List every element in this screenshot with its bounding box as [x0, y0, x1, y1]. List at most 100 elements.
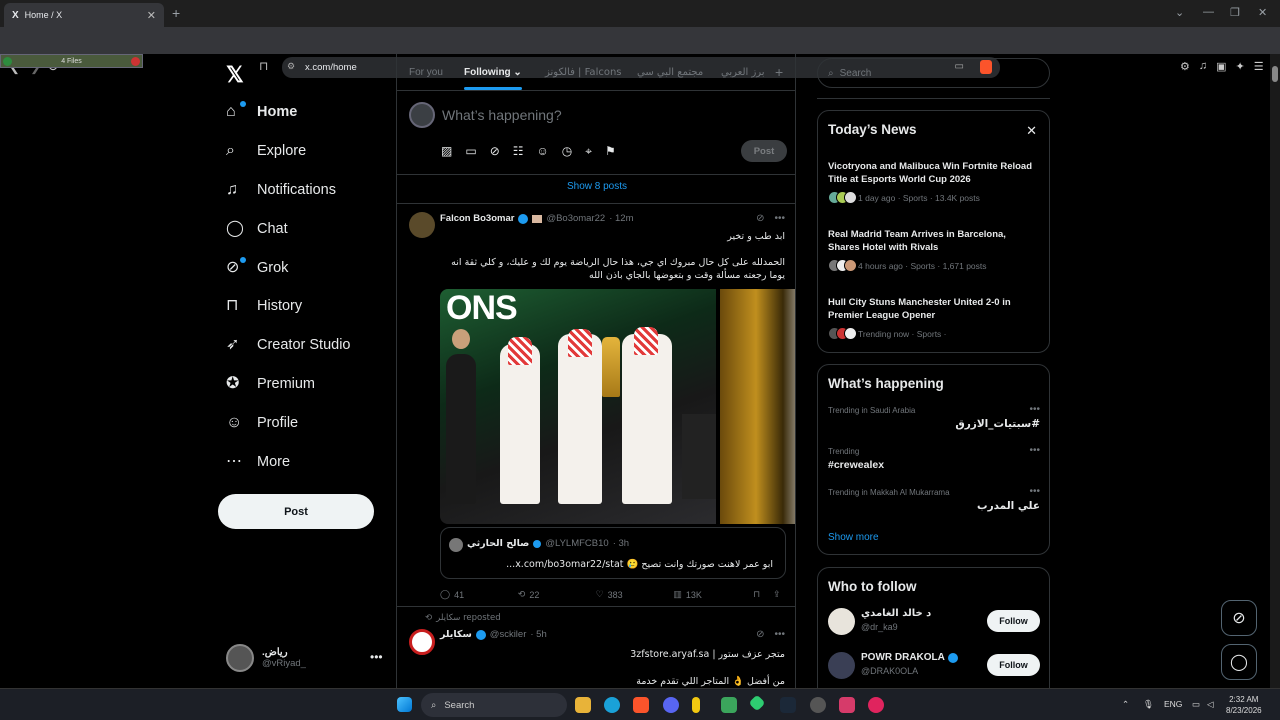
tweet-author[interactable]: Falcon Bo3omar @Bo3omar22 · 12m — [440, 213, 634, 224]
maximize-icon[interactable]: ❐ — [1230, 6, 1240, 19]
trend-item[interactable]: Trending in Makkah Al Mukarrama ••• علي … — [828, 486, 1040, 512]
app-icon[interactable] — [810, 697, 826, 713]
leo-icon[interactable]: ✦ — [1236, 60, 1245, 73]
close-icon[interactable]: ✕ — [1026, 123, 1037, 139]
tweet-media[interactable]: ONS — [440, 289, 795, 524]
tab-for-you[interactable]: For you — [409, 67, 443, 78]
language-indicator[interactable]: ENG — [1164, 699, 1182, 709]
composer-post-button[interactable]: Post — [741, 140, 787, 162]
news-item[interactable]: Hull City Stuns Manchester United 2-0 in… — [828, 296, 1040, 340]
tweet-photo-1[interactable]: ONS — [440, 289, 716, 524]
files-close-icon[interactable] — [131, 57, 140, 66]
share-icon[interactable]: ⇪ — [773, 589, 785, 600]
bookmark-page-icon[interactable]: ⊓ — [259, 59, 268, 73]
add-tab-icon[interactable]: + — [775, 64, 783, 80]
tweet-author[interactable]: سكايلر @sckiler · 5h — [440, 629, 547, 640]
volume-icon[interactable]: ◁ — [1207, 699, 1214, 710]
app-icon[interactable] — [839, 697, 855, 713]
views-button[interactable]: ▥ 13K — [673, 589, 753, 600]
news-item[interactable]: Vicotryona and Malibuca Win Fortnite Rel… — [828, 160, 1040, 204]
app-icon[interactable] — [748, 694, 766, 712]
nav-item-more[interactable]: ⋯ More — [226, 450, 290, 474]
grok-icon[interactable]: ⊘ — [490, 144, 500, 159]
show-new-posts[interactable]: Show 8 posts — [397, 175, 795, 204]
steam-icon[interactable] — [780, 697, 796, 713]
quoted-tweet[interactable]: صالح الحارثي @LYLMFCB10 · 3h ابو عمر لاه… — [440, 527, 786, 579]
app-icon[interactable] — [721, 697, 737, 713]
new-tab-icon[interactable]: + — [172, 5, 180, 21]
discord-icon[interactable] — [663, 697, 679, 713]
gif-icon[interactable]: ▭ — [465, 144, 476, 159]
nav-item-grok[interactable]: ⊘ Grok — [226, 256, 288, 280]
reply-button[interactable]: ◯ 41 — [440, 589, 518, 600]
nav-item-explore[interactable]: ⌕ Explore — [226, 139, 306, 163]
menu-icon[interactable]: ☰ — [1254, 60, 1264, 73]
nav-item-notifications[interactable]: ♫ Notifications — [226, 178, 336, 202]
browser-tab[interactable]: X Home / X ✕ — [4, 3, 164, 27]
files-download-bar[interactable]: 4 Files — [0, 54, 143, 68]
like-button[interactable]: ♡ 383 — [596, 589, 674, 600]
tab-pc-community[interactable]: مجتمع البي سي — [637, 67, 703, 78]
follow-suggestion[interactable]: POWR DRAKOLA @DRAK0OLA Follow — [828, 650, 1040, 680]
image-icon[interactable]: ▨ — [441, 144, 452, 159]
file-explorer-icon[interactable] — [575, 697, 591, 713]
repost-button[interactable]: ⟲ 22 — [518, 589, 596, 600]
flag-icon[interactable]: ⚑ — [605, 144, 616, 159]
account-more-icon[interactable]: ••• — [370, 650, 383, 664]
nav-item-creator-studio[interactable]: ➶ Creator Studio — [226, 333, 351, 357]
tab-falcons[interactable]: فالكونز | Falcons — [545, 67, 622, 78]
scrollbar-thumb[interactable] — [1272, 66, 1278, 82]
app-icon[interactable] — [868, 697, 884, 713]
site-info-icon[interactable]: ⚙ — [287, 61, 295, 72]
location-icon[interactable]: ⌖ — [585, 144, 592, 159]
emoji-icon[interactable]: ☺ — [537, 144, 549, 159]
schedule-icon[interactable]: ◷ — [562, 144, 572, 159]
poll-icon[interactable]: ☷ — [513, 144, 524, 159]
follow-button[interactable]: Follow — [987, 610, 1040, 632]
network-icon[interactable]: ▭ — [1192, 699, 1200, 710]
messages-fab-icon[interactable]: ◯ — [1221, 644, 1257, 680]
avatar[interactable] — [828, 608, 855, 635]
tray-overflow-icon[interactable]: ⌃ — [1122, 699, 1129, 710]
news-item[interactable]: Real Madrid Team Arrives in Barcelona, S… — [828, 228, 1040, 272]
search-input[interactable]: ⌕ Search — [817, 58, 1050, 88]
account-switcher[interactable]: .رياض @vRiyad_ — [226, 644, 306, 672]
composer-input[interactable]: What’s happening? — [442, 107, 562, 123]
follow-button[interactable]: Follow — [987, 654, 1040, 676]
close-tab-icon[interactable]: ✕ — [147, 9, 156, 22]
show-more-link[interactable]: Show more — [828, 532, 879, 543]
x-logo-icon[interactable]: 𝕏 — [226, 62, 244, 88]
close-window-icon[interactable]: ✕ — [1258, 6, 1267, 19]
app-icon[interactable] — [692, 697, 700, 713]
nav-item-profile[interactable]: ☺ Profile — [226, 411, 298, 435]
grok-icon[interactable]: ⊘ — [756, 629, 764, 640]
nav-item-home[interactable]: ⌂ Home — [226, 100, 297, 124]
scrollbar[interactable] — [1270, 54, 1280, 688]
bookmark-icon[interactable]: ⊓ — [753, 589, 773, 600]
tab-following[interactable]: Following ⌄ — [464, 67, 522, 78]
follow-suggestion[interactable]: د خالد الغامدي @dr_ka9 Follow — [828, 606, 1040, 636]
tweet-more-icon[interactable]: ••• — [774, 213, 785, 224]
grok-fab-icon[interactable]: ⊘ — [1221, 600, 1257, 636]
tweet-time[interactable]: · 5h — [530, 629, 546, 640]
tweet-more-icon[interactable]: ••• — [774, 629, 785, 640]
tweet-time[interactable]: · 12m — [609, 213, 633, 224]
tweet-photo-2[interactable] — [720, 289, 795, 524]
taskbar-clock[interactable]: 2:32 AM 8/23/2026 — [1226, 694, 1262, 716]
tweet[interactable]: Falcon Bo3omar @Bo3omar22 · 12m ⊘ ••• اب… — [397, 204, 795, 607]
nav-item-premium[interactable]: ✪ Premium — [226, 372, 315, 396]
reposted-by[interactable]: سكايلر reposted — [436, 613, 501, 623]
extensions-icon[interactable]: ⚙ — [1180, 60, 1190, 73]
tab-arabic-highlights[interactable]: برز العربي — [721, 67, 765, 78]
tweet[interactable]: ⟲ سكايلر reposted سكايلر @sckiler · 5h ⊘… — [397, 607, 795, 688]
trend-more-icon[interactable]: ••• — [1029, 486, 1040, 497]
edge-icon[interactable] — [604, 697, 620, 713]
avatar[interactable] — [409, 212, 435, 238]
nav-item-history[interactable]: ⊓ History — [226, 294, 302, 318]
brave-icon[interactable] — [633, 697, 649, 713]
avatar[interactable] — [409, 629, 435, 655]
avatar[interactable] — [828, 652, 855, 679]
tab-list-icon[interactable]: ⌄ — [1175, 6, 1184, 19]
sidebar-toggle-icon[interactable]: ▣ — [1216, 60, 1226, 73]
windows-start-icon[interactable] — [397, 697, 412, 712]
